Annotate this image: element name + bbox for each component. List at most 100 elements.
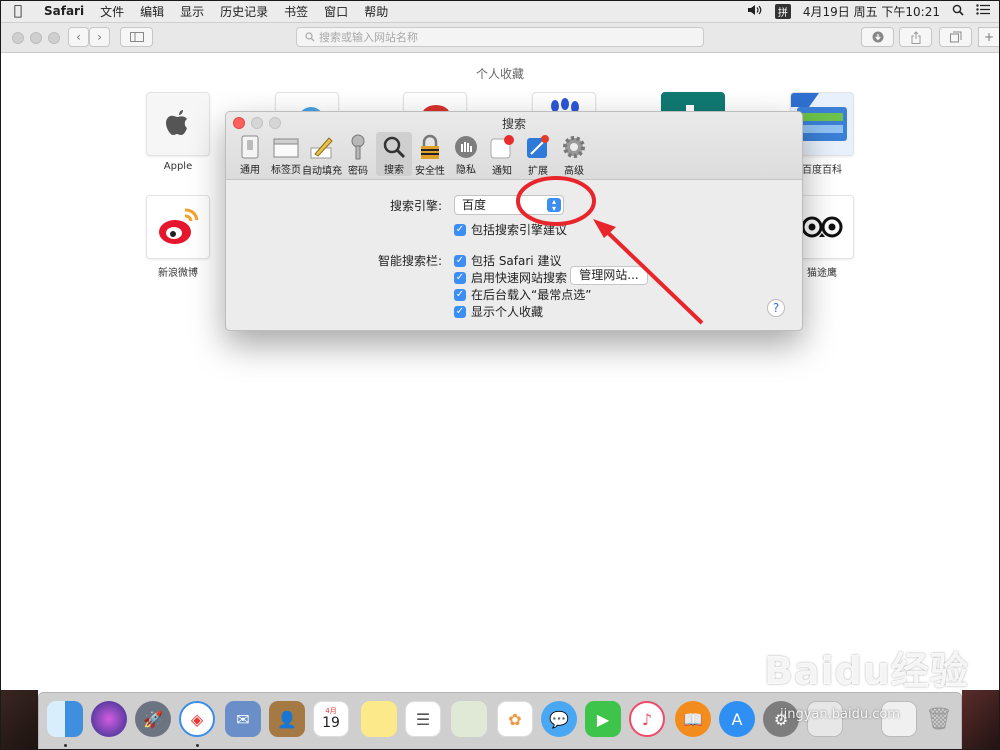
- key-icon: [345, 134, 371, 160]
- tabs-overview-button[interactable]: [939, 27, 972, 47]
- chevron-right-icon: ›: [97, 30, 102, 44]
- forward-button[interactable]: ›: [89, 27, 110, 47]
- menu-bookmarks[interactable]: 书签: [276, 3, 316, 20]
- clock[interactable]: 4月19日 周五 下午10:21: [803, 3, 940, 20]
- running-indicator: [64, 744, 67, 747]
- tab-notifications[interactable]: 通知: [484, 132, 520, 177]
- weibo-icon: [146, 195, 210, 259]
- show-favorites-checkbox[interactable]: ✓ 显示个人收藏: [454, 303, 543, 320]
- photos-icon[interactable]: ✿: [497, 701, 533, 737]
- tab-privacy[interactable]: 隐私: [448, 132, 484, 176]
- notes-icon[interactable]: [361, 701, 397, 737]
- address-bar[interactable]: 搜索或输入网站名称: [296, 27, 704, 47]
- menu-view[interactable]: 显示: [172, 3, 212, 20]
- back-button[interactable]: ‹: [68, 27, 89, 47]
- search-icon: [305, 32, 315, 42]
- gear-icon: [561, 134, 587, 160]
- tab-autofill[interactable]: 自动填充: [302, 132, 342, 177]
- desktop-wallpaper: [0, 690, 38, 750]
- menu-bar:  Safari 文件 编辑 显示 历史记录 书签 窗口 帮助 拼 4月19日 …: [0, 0, 1000, 23]
- window-title: 搜索: [501, 117, 526, 131]
- window-minimize-button[interactable]: [30, 32, 42, 44]
- checkmark-icon: ✓: [454, 223, 466, 236]
- help-button[interactable]: ?: [767, 299, 785, 317]
- window-close-button[interactable]: [12, 32, 24, 44]
- finder-icon[interactable]: [47, 701, 83, 737]
- messages-icon[interactable]: 💬: [541, 701, 577, 737]
- share-icon: [911, 30, 920, 44]
- menu-safari[interactable]: Safari: [36, 4, 92, 18]
- calendar-day: 19: [322, 715, 340, 731]
- apple-logo-icon: [146, 92, 210, 156]
- include-suggestions-checkbox[interactable]: ✓ 包括搜索引擎建议: [454, 221, 567, 238]
- checkmark-icon: ✓: [454, 271, 466, 284]
- tab-security[interactable]: 安全性: [412, 132, 448, 177]
- input-method-icon[interactable]: 拼: [774, 3, 791, 19]
- favorite-apple[interactable]: Apple: [146, 92, 210, 172]
- manage-websites-button[interactable]: 管理网站...: [570, 266, 648, 285]
- safari-icon[interactable]: ◈: [179, 701, 215, 737]
- chevron-left-icon: ‹: [76, 30, 81, 44]
- preferences-toolbar: 搜索 通用 标签页 自动填充 密码 搜索 安全性 隐私 通知 扩展 高级: [226, 112, 802, 180]
- magnifier-icon: [381, 134, 407, 159]
- menu-history[interactable]: 历史记录: [212, 3, 276, 20]
- checkmark-icon: ✓: [454, 288, 466, 301]
- baidu-jingyan-watermark: Baidu经验: [764, 649, 969, 693]
- quick-website-search-checkbox[interactable]: ✓ 启用快速网站搜索: [454, 269, 567, 286]
- favorite-weibo[interactable]: 新浪微博: [146, 195, 210, 279]
- preload-top-hit-checkbox[interactable]: ✓ 在后台载入“最常点选”: [454, 286, 591, 303]
- padlock-icon: [417, 134, 443, 160]
- mail-icon[interactable]: ✉: [225, 701, 261, 737]
- menu-edit[interactable]: 编辑: [132, 3, 172, 20]
- tab-general[interactable]: 通用: [232, 132, 268, 176]
- share-button[interactable]: [899, 27, 932, 47]
- appstore-icon[interactable]: A: [719, 701, 755, 737]
- favorite-label: Apple: [163, 161, 193, 172]
- downloads-button[interactable]: [861, 27, 894, 47]
- smart-search-label: 智能搜索栏:: [377, 254, 442, 268]
- search-settings-panel: 搜索引擎: 百度 ▴ ▾ ✓ 包括搜索引擎建议 智能搜索栏: ✓ 包括 Safar…: [226, 180, 802, 330]
- favorites-title: 个人收藏: [475, 67, 524, 81]
- safari-suggestions-checkbox[interactable]: ✓ 包括 Safari 建议: [454, 252, 561, 269]
- facetime-icon[interactable]: ▶: [585, 701, 621, 737]
- window-zoom-button[interactable]: [48, 32, 60, 44]
- contacts-icon[interactable]: 👤: [269, 701, 305, 737]
- address-placeholder: 搜索或输入网站名称: [319, 31, 418, 44]
- siri-icon[interactable]: [91, 701, 127, 737]
- watermark-url: jingyan.baidu.com: [780, 707, 900, 722]
- music-icon[interactable]: ♪: [629, 701, 665, 737]
- tab-advanced[interactable]: 高级: [556, 132, 592, 177]
- menu-file[interactable]: 文件: [92, 3, 132, 20]
- sidebar-icon: [129, 32, 144, 42]
- select-stepper-icon: ▴ ▾: [547, 198, 561, 213]
- notification-center-icon[interactable]: [976, 4, 990, 18]
- launchpad-icon[interactable]: 🚀: [135, 701, 171, 737]
- tab-search[interactable]: 搜索: [376, 132, 412, 176]
- spotlight-icon[interactable]: [952, 4, 964, 19]
- tab-passwords[interactable]: 密码: [340, 132, 376, 177]
- menu-window[interactable]: 窗口: [316, 3, 356, 20]
- trash-icon[interactable]: 🗑: [921, 701, 957, 737]
- tab-extensions[interactable]: 扩展: [520, 132, 556, 177]
- switch-icon: [237, 134, 263, 159]
- desktop-wallpaper: [962, 690, 1000, 750]
- new-tab-button[interactable]: +: [978, 27, 1000, 47]
- tabs-icon: [273, 134, 299, 159]
- download-icon: [872, 31, 883, 43]
- reminders-icon[interactable]: ☰: [405, 701, 441, 737]
- search-engine-select[interactable]: 百度 ▴ ▾: [454, 195, 564, 215]
- plus-icon: +: [983, 30, 995, 44]
- search-engine-label: 搜索引擎:: [389, 199, 442, 213]
- apple-menu-icon[interactable]: : [0, 3, 36, 19]
- preview-icon[interactable]: [451, 701, 487, 737]
- menu-help[interactable]: 帮助: [356, 3, 396, 20]
- volume-icon[interactable]: [747, 4, 763, 19]
- pencil-form-icon: [309, 134, 335, 160]
- puzzle-compass-icon: [525, 134, 551, 160]
- checkmark-icon: ✓: [454, 254, 466, 267]
- notification-badge-icon: [489, 134, 515, 160]
- sidebar-button[interactable]: [120, 27, 153, 47]
- tab-tabs[interactable]: 标签页: [268, 132, 304, 176]
- calendar-icon[interactable]: 4月 19: [313, 701, 349, 737]
- books-icon[interactable]: 📖: [675, 701, 711, 737]
